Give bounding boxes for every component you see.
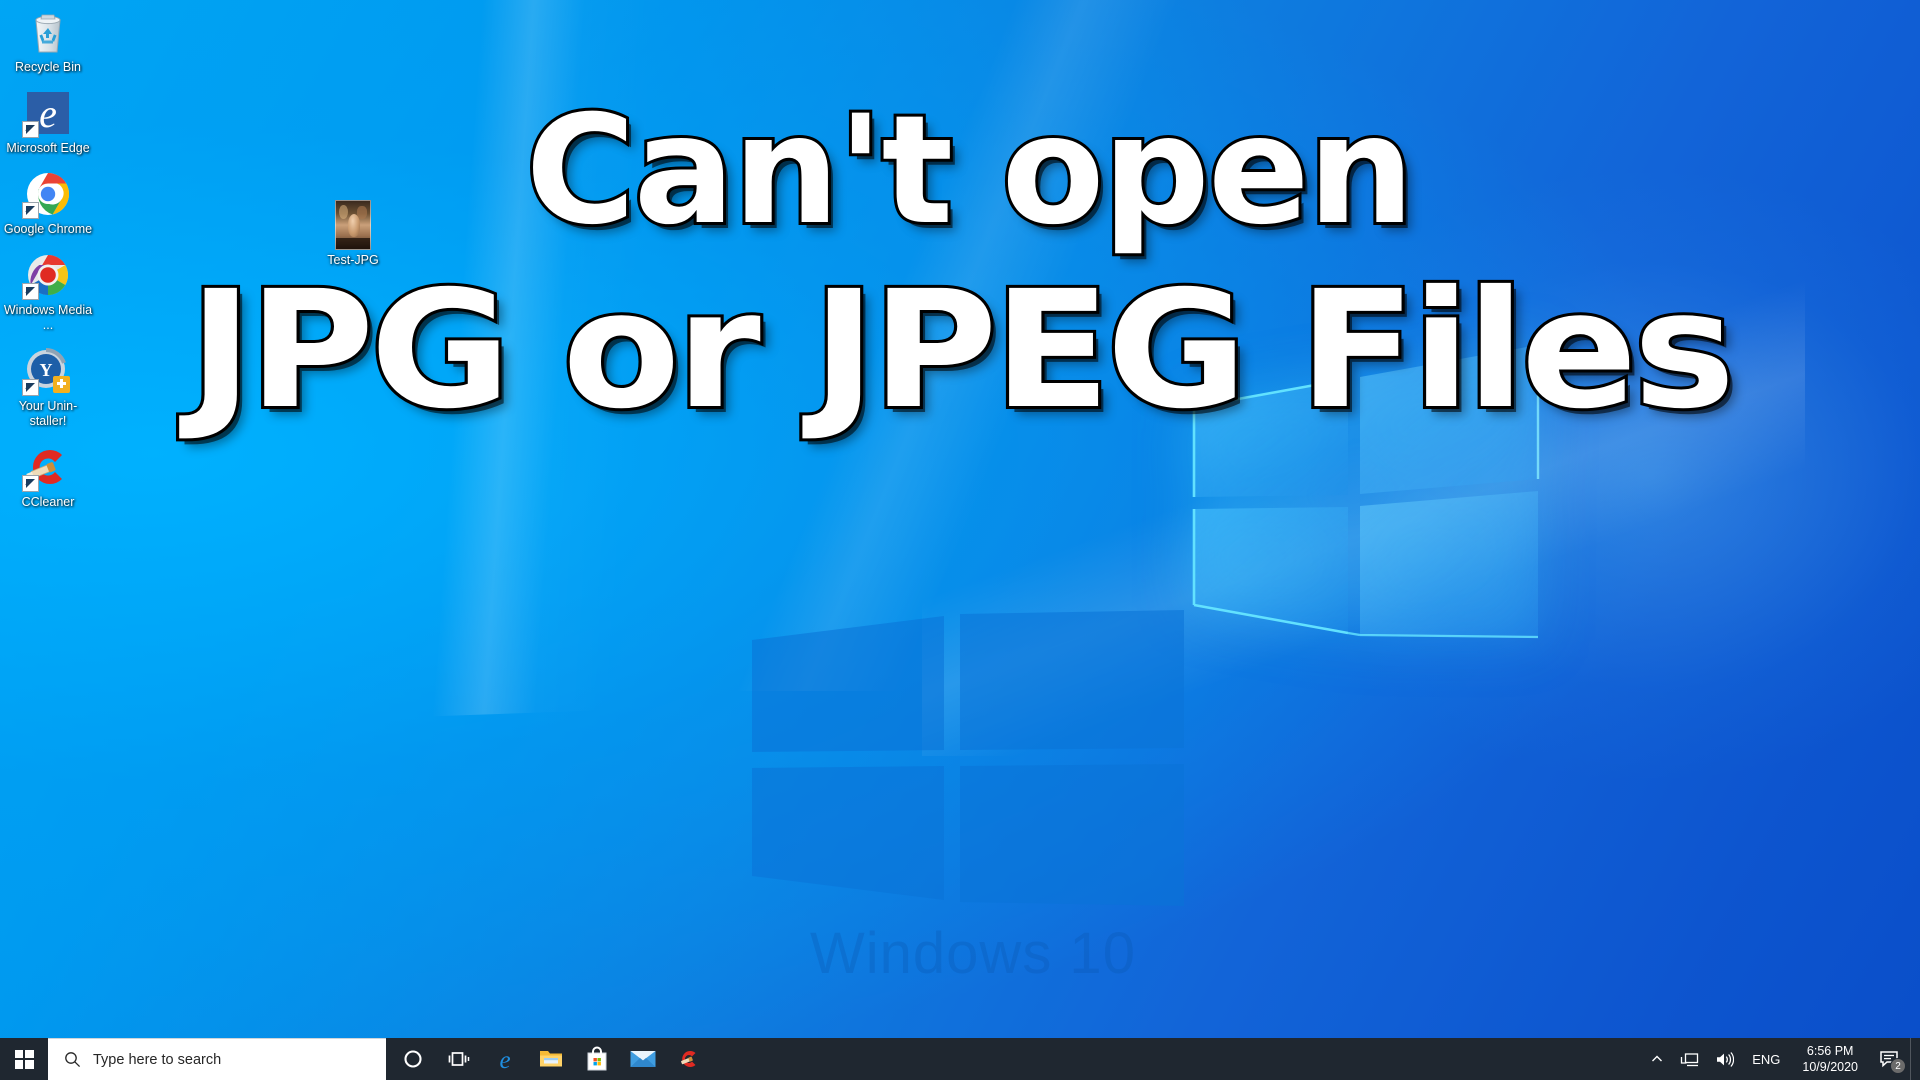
taskbar-item-task-view[interactable]	[436, 1038, 482, 1080]
jpg-thumbnail-icon	[335, 200, 371, 250]
notification-badge: 2	[1890, 1058, 1906, 1074]
desktop-icon-label: Windows Media ...	[3, 303, 93, 332]
google-chrome-icon	[22, 168, 74, 220]
microsoft-edge-icon: e	[499, 1047, 510, 1072]
taskbar-item-ccleaner[interactable]	[666, 1038, 712, 1080]
desktop-icon-label: CCleaner	[21, 495, 75, 509]
cortana-icon	[404, 1050, 422, 1068]
light-ray-decoration	[460, 0, 1498, 692]
shortcut-overlay-icon	[22, 475, 39, 492]
tray-language-indicator[interactable]: ENG	[1742, 1052, 1790, 1067]
windows-media-player-icon	[22, 249, 74, 301]
your-uninstaller-icon: Y	[22, 345, 74, 397]
shortcut-overlay-icon	[22, 121, 39, 138]
svg-text:e: e	[39, 91, 57, 136]
search-icon	[65, 1052, 81, 1068]
desktop-icon-label: Microsoft Edge	[6, 141, 90, 155]
tray-network-button[interactable]	[1672, 1038, 1707, 1080]
desktop-file-test-jpg[interactable]: Test-JPG	[305, 200, 401, 268]
search-input[interactable]: Type here to search	[48, 1038, 386, 1080]
svg-text:Y: Y	[40, 360, 53, 380]
tray-show-hidden-icons-button[interactable]	[1642, 1038, 1672, 1080]
recycle-bin-icon	[22, 6, 74, 58]
taskbar-item-file-explorer[interactable]	[528, 1038, 574, 1080]
ccleaner-icon	[681, 1051, 696, 1067]
tray-volume-button[interactable]	[1707, 1038, 1742, 1080]
file-explorer-icon	[540, 1051, 562, 1067]
desktop-icon-label: Your Unin-staller!	[18, 399, 78, 428]
glow-decoration	[1267, 172, 1920, 778]
microsoft-store-icon	[587, 1046, 607, 1071]
light-ray-decoration	[921, 280, 1805, 756]
desktop-icon-label: Google Chrome	[3, 222, 93, 236]
desktop-screen: Windows 10 Recycle Bin e Microsoft Edge …	[0, 0, 1920, 1080]
taskbar-item-cortana[interactable]	[390, 1038, 436, 1080]
tray-notification-center-button[interactable]: 2	[1870, 1038, 1910, 1080]
desktop-icon-label: Recycle Bin	[15, 60, 81, 74]
chevron-up-icon	[1652, 1055, 1663, 1062]
microsoft-edge-icon: e	[22, 87, 74, 139]
shortcut-overlay-icon	[22, 379, 39, 396]
desktop-icon-google-chrome[interactable]: Google Chrome	[0, 168, 96, 237]
desktop-icon-your-uninstaller[interactable]: Y Your Unin-staller!	[0, 345, 96, 429]
desktop-icon-microsoft-edge[interactable]: e Microsoft Edge	[0, 87, 96, 156]
task-view-icon	[448, 1052, 470, 1066]
taskbar-item-microsoft-store[interactable]	[574, 1038, 620, 1080]
taskbar: Type here to search e ENG 6:56 PM 10/9/2…	[0, 1038, 1920, 1080]
tray-date: 10/9/2020	[1802, 1060, 1858, 1074]
taskbar-empty-area	[712, 1038, 1642, 1080]
search-placeholder-text: Type here to search	[93, 1051, 222, 1068]
system-tray: ENG 6:56 PM 10/9/2020 2	[1642, 1038, 1920, 1080]
ccleaner-icon	[22, 441, 74, 493]
shortcut-overlay-icon	[22, 283, 39, 300]
mail-icon	[630, 1051, 656, 1067]
desktop-icon-windows-media-player[interactable]: Windows Media ...	[0, 249, 96, 333]
windows-logo-icon	[14, 1049, 34, 1069]
svg-text:e: e	[499, 1047, 510, 1072]
desktop-icon-column: Recycle Bin e Microsoft Edge Google Chro…	[0, 6, 96, 522]
desktop-file-label: Test-JPG	[327, 253, 379, 267]
taskbar-app-list: e	[386, 1038, 712, 1080]
network-icon	[1681, 1052, 1699, 1066]
tray-clock[interactable]: 6:56 PM 10/9/2020	[1790, 1043, 1870, 1075]
shortcut-overlay-icon	[22, 202, 39, 219]
light-ray-decoration	[0, 0, 1131, 734]
desktop-wallpaper[interactable]	[0, 0, 1920, 1080]
tray-time: 6:56 PM	[1806, 1044, 1854, 1058]
taskbar-item-mail[interactable]	[620, 1038, 666, 1080]
show-desktop-button[interactable]	[1910, 1038, 1918, 1080]
desktop-icon-ccleaner[interactable]: CCleaner	[0, 441, 96, 510]
desktop-icon-recycle-bin[interactable]: Recycle Bin	[0, 6, 96, 75]
taskbar-item-microsoft-edge[interactable]: e	[482, 1038, 528, 1080]
start-button[interactable]	[0, 1038, 48, 1080]
volume-icon	[1717, 1051, 1735, 1067]
